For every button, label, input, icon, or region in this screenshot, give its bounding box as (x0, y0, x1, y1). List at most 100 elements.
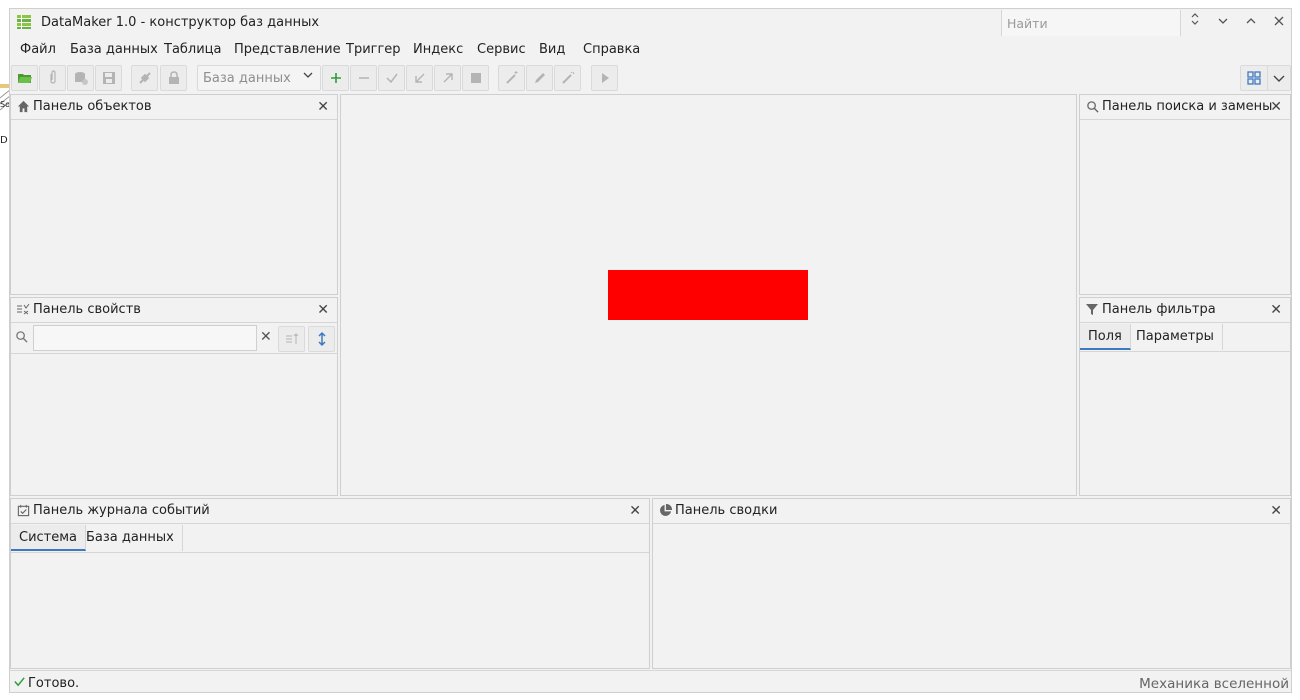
check-icon (385, 73, 398, 84)
search-replace-panel: Панель поиска и замены ✕ (1079, 94, 1291, 295)
run-button[interactable] (591, 65, 618, 91)
pencil-icon (534, 73, 545, 83)
close-icon[interactable]: ✕ (629, 503, 641, 519)
arrow-up-right-icon (443, 73, 453, 83)
export-button[interactable] (434, 65, 461, 91)
menu-database[interactable]: База данных (70, 42, 158, 57)
red-placeholder-block (608, 270, 808, 320)
filter-panel-title: Панель фильтра (1102, 302, 1216, 317)
summary-panel-header: Панель сводки ✕ (653, 499, 1290, 524)
open-folder-button[interactable] (11, 65, 38, 91)
menu-trigger[interactable]: Триггер (346, 42, 401, 57)
desktop-text-fragment: D (0, 135, 8, 146)
edit-button[interactable] (526, 65, 553, 91)
calendar-check-icon (16, 504, 30, 518)
database-settings-button[interactable] (67, 65, 94, 91)
maximize-button[interactable] (1237, 11, 1265, 35)
filter-panel-header: Панель фильтра ✕ (1080, 298, 1290, 323)
stop-icon (470, 73, 481, 83)
properties-panel: Панель свойств ✕ ✕ (10, 297, 338, 496)
properties-search-input[interactable] (33, 325, 257, 351)
layout-dropdown-button[interactable] (1267, 65, 1291, 91)
properties-icon (16, 303, 30, 317)
divider (1080, 351, 1290, 352)
objects-panel: Панель объектов ✕ (10, 94, 338, 295)
global-search-input[interactable]: Найти (1001, 10, 1181, 36)
close-icon[interactable]: ✕ (1270, 503, 1282, 519)
grid-icon (1247, 71, 1261, 85)
paperclip-icon (49, 70, 56, 84)
menu-show[interactable]: Вид (539, 42, 565, 57)
chevron-down-icon (302, 69, 314, 84)
play-icon (601, 73, 609, 83)
search-icon (15, 330, 28, 346)
magic-wand-button[interactable] (498, 65, 525, 91)
minimize-button[interactable] (1209, 11, 1237, 35)
objects-panel-header: Панель объектов ✕ (11, 95, 337, 120)
plus-icon (330, 73, 341, 83)
stop-button[interactable] (462, 65, 489, 91)
expand-collapse-icon[interactable] (1181, 11, 1209, 35)
arrow-down-left-icon (414, 73, 424, 83)
close-icon[interactable]: ✕ (317, 99, 329, 115)
status-bar: Готово. Механика вселенной (10, 670, 1291, 693)
layout-toggle-button[interactable] (1240, 65, 1268, 91)
tab-database[interactable]: База данных (78, 525, 183, 551)
menu-index[interactable]: Индекс (413, 42, 463, 57)
import-button[interactable] (406, 65, 433, 91)
wand-icon (505, 71, 517, 84)
database-select[interactable]: База данных (197, 65, 321, 91)
search-replace-panel-header: Панель поиска и замены ✕ (1080, 95, 1290, 120)
event-log-panel-title: Панель журнала событий (33, 503, 210, 518)
apply-button[interactable] (378, 65, 405, 91)
save-button[interactable] (95, 65, 122, 91)
app-window: DataMaker 1.0 - конструктор баз данных Н… (9, 8, 1292, 693)
menu-view[interactable]: Представление (234, 42, 341, 57)
lock-button[interactable] (160, 65, 187, 91)
status-right-text: Механика вселенной (1139, 676, 1289, 692)
properties-search-bar: ✕ (13, 325, 277, 351)
summary-panel-title: Панель сводки (675, 503, 778, 518)
add-button[interactable] (322, 65, 349, 91)
properties-panel-title: Панель свойств (33, 302, 141, 317)
sort-button[interactable] (278, 326, 305, 352)
database-icon (74, 72, 88, 85)
properties-panel-header: Панель свойств ✕ (11, 298, 337, 323)
menu-table[interactable]: Таблица (164, 42, 222, 57)
close-icon[interactable]: ✕ (317, 302, 329, 318)
expand-all-button[interactable] (308, 326, 335, 352)
filter-panel: Панель фильтра ✕ Поля Параметры (1079, 297, 1291, 496)
home-icon (16, 100, 30, 114)
close-window-button[interactable] (1265, 11, 1293, 35)
wand-sparkle-icon (561, 71, 574, 84)
window-title: DataMaker 1.0 - конструктор баз данных (41, 15, 320, 30)
close-icon[interactable]: ✕ (1270, 302, 1282, 318)
database-select-value: База данных (203, 71, 291, 86)
workspace-area[interactable] (340, 94, 1077, 496)
attach-button[interactable] (39, 65, 66, 91)
app-logo-icon (16, 14, 32, 30)
title-bar: DataMaker 1.0 - конструктор баз данных Н… (10, 9, 1291, 36)
tab-fields[interactable]: Поля (1080, 324, 1131, 350)
chevron-down-icon (1273, 75, 1285, 82)
remove-button[interactable] (350, 65, 377, 91)
menu-service[interactable]: Сервис (477, 42, 526, 57)
clear-search-icon[interactable]: ✕ (260, 329, 272, 345)
tab-system[interactable]: Система (11, 525, 87, 551)
search-placeholder: Найти (1007, 16, 1048, 31)
auto-format-button[interactable] (554, 65, 581, 91)
check-icon (13, 675, 26, 691)
status-text: Готово. (28, 676, 80, 691)
vertical-arrows-icon (317, 331, 326, 347)
search-icon (1085, 100, 1099, 114)
event-log-panel-header: Панель журнала событий ✕ (11, 499, 649, 524)
tab-parameters[interactable]: Параметры (1128, 324, 1223, 350)
disconnect-button[interactable] (131, 65, 158, 91)
filter-icon (1085, 303, 1099, 317)
minus-icon (358, 77, 369, 79)
menu-file[interactable]: Файл (20, 42, 56, 57)
divider (11, 353, 337, 354)
lock-icon (168, 71, 179, 84)
menu-help[interactable]: Справка (583, 42, 640, 57)
close-icon[interactable]: ✕ (1270, 99, 1282, 115)
